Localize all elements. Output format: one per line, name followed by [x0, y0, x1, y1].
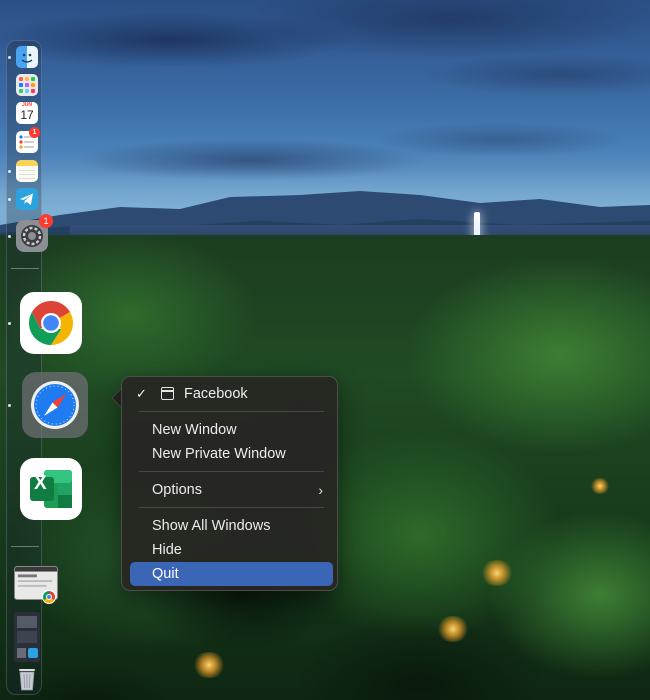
downloads-stack-icon	[17, 616, 38, 658]
running-indicator	[8, 198, 11, 201]
menu-item-show-all-windows[interactable]: Show All Windows	[130, 514, 333, 538]
menu-separator	[139, 471, 324, 472]
menu-item-new-window[interactable]: New Window	[130, 418, 333, 442]
dock-item-chrome[interactable]	[20, 292, 82, 354]
settings-badge: 1	[39, 214, 53, 228]
wallpaper-lamp	[480, 560, 514, 586]
notes-icon	[19, 170, 35, 179]
running-indicator	[8, 170, 11, 173]
dock-separator	[11, 546, 39, 547]
launchpad-icon	[19, 77, 35, 93]
dock-item-safari[interactable]	[22, 372, 88, 438]
reminders-badge: 1	[29, 127, 40, 138]
dock-item-excel[interactable]: X	[20, 458, 82, 520]
dock-item-downloads-stack[interactable]	[14, 612, 40, 662]
wallpaper-lamp	[436, 616, 470, 642]
dock-item-calendar[interactable]: JUN 17	[16, 102, 38, 124]
menu-item-hide[interactable]: Hide	[130, 538, 333, 562]
chrome-window-badge-icon	[42, 590, 56, 604]
dock-separator	[11, 268, 39, 269]
trash-icon	[19, 669, 35, 691]
finder-icon	[21, 53, 33, 63]
calendar-day: 17	[20, 108, 34, 122]
window-icon	[161, 387, 174, 400]
dock-item-finder[interactable]	[16, 46, 38, 68]
menu-separator	[139, 507, 324, 508]
menu-item-quit[interactable]: Quit	[130, 562, 333, 586]
menu-item-label: Show All Windows	[152, 518, 271, 534]
chevron-right-icon: ›	[318, 482, 323, 498]
wallpaper-lamp	[192, 652, 226, 678]
menu-separator	[139, 411, 324, 412]
menu-item-options[interactable]: Options ›	[130, 478, 333, 502]
running-indicator	[8, 404, 11, 407]
excel-letter: X	[34, 473, 47, 494]
running-indicator	[8, 322, 11, 325]
menu-item-label: Facebook	[184, 386, 248, 402]
desktop-wallpaper	[0, 0, 650, 700]
menu-item-label: Hide	[152, 542, 182, 558]
menu-item-label: New Window	[152, 422, 237, 438]
menu-item-facebook-window[interactable]: ✓ Facebook	[130, 382, 333, 406]
dock-item-launchpad[interactable]	[16, 74, 38, 96]
safari-context-menu: ✓ Facebook New Window New Private Window…	[121, 376, 338, 591]
menu-item-label: Quit	[152, 566, 179, 582]
dock-item-notes[interactable]	[16, 160, 38, 182]
dock-item-telegram[interactable]	[16, 188, 38, 210]
telegram-icon	[20, 193, 33, 205]
menu-item-label: Options	[152, 482, 202, 498]
chrome-icon	[29, 301, 73, 345]
safari-icon	[31, 381, 79, 429]
running-indicator	[8, 235, 11, 238]
dock-item-trash[interactable]	[16, 666, 38, 692]
checkmark-icon: ✓	[136, 386, 147, 401]
menu-item-new-private-window[interactable]: New Private Window	[130, 442, 333, 466]
running-indicator	[8, 56, 11, 59]
wallpaper-lamp	[590, 478, 610, 494]
menu-item-label: New Private Window	[152, 446, 286, 462]
